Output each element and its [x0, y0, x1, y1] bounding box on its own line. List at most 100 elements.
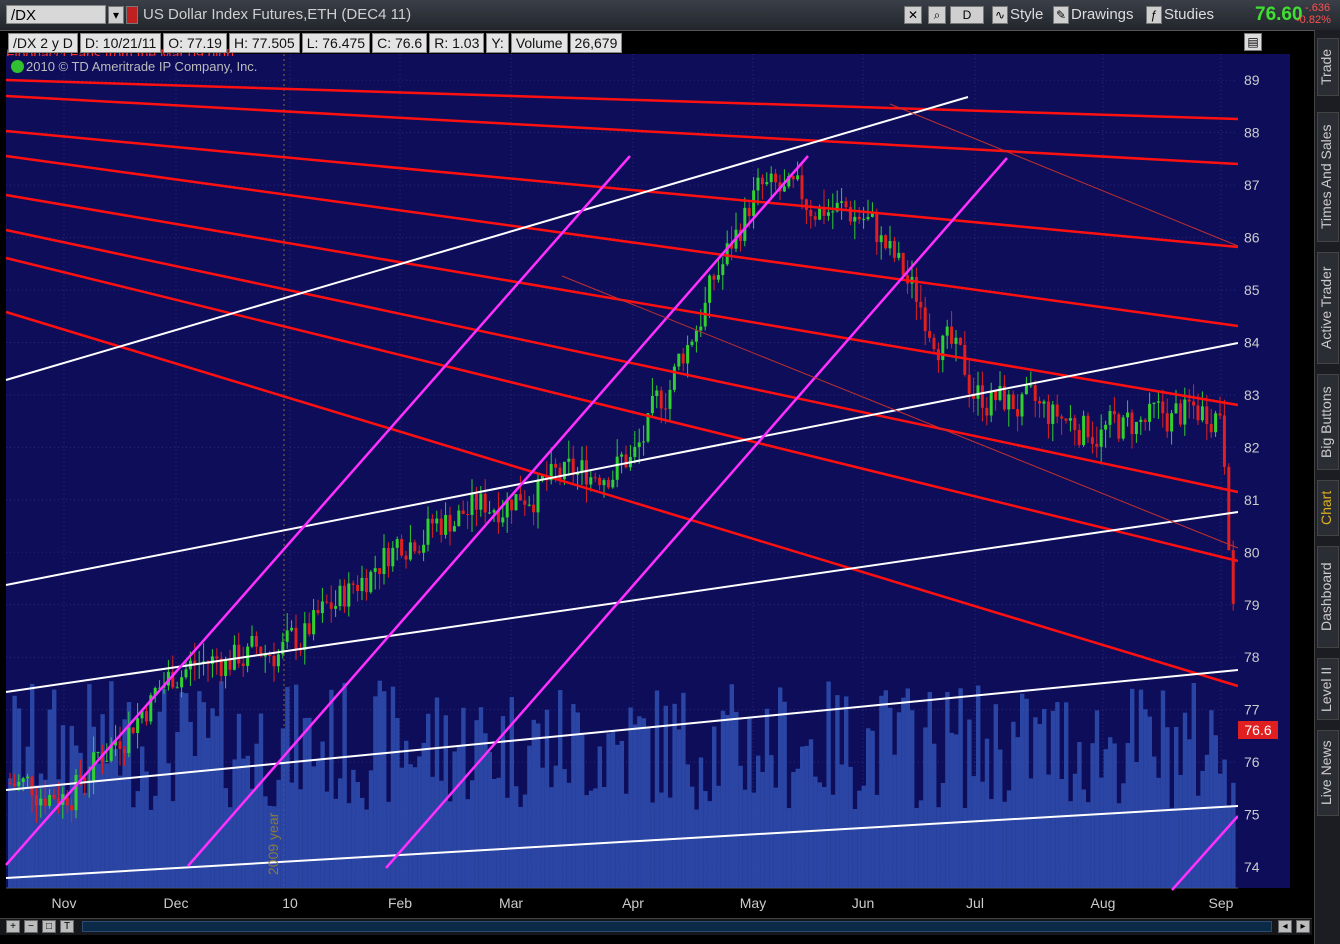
- studies-icon[interactable]: ƒ: [1146, 6, 1162, 24]
- zoom-icon[interactable]: ⌕: [928, 6, 946, 24]
- candle-body: [320, 601, 324, 614]
- candle-body: [1231, 550, 1235, 604]
- volume-bar: [1178, 774, 1183, 888]
- candle-body: [452, 526, 456, 532]
- style-icon[interactable]: ∿: [992, 6, 1008, 24]
- candle-body: [747, 207, 751, 217]
- volume-bar: [808, 739, 814, 888]
- tab-big-buttons[interactable]: Big Buttons: [1317, 374, 1339, 470]
- volume-bar: [773, 787, 778, 888]
- crosshair-icon[interactable]: ✕: [904, 6, 922, 24]
- symbol-dropdown-button[interactable]: ▾: [108, 6, 124, 24]
- volume-bar: [1125, 743, 1130, 888]
- volume-bar: [637, 716, 642, 888]
- volume-bar: [1103, 749, 1108, 888]
- volume-bar: [597, 746, 602, 888]
- candle-body: [382, 548, 386, 575]
- volume-bar: [109, 681, 114, 888]
- candle-body: [602, 480, 606, 486]
- drawings-menu[interactable]: Drawings: [1071, 6, 1134, 23]
- volume-bar: [426, 713, 431, 888]
- tab-level-ii[interactable]: Level II: [1317, 658, 1339, 720]
- tab-chart[interactable]: Chart: [1317, 480, 1339, 536]
- volume-bar: [852, 808, 858, 888]
- chart-settings-icon[interactable]: ▤: [1244, 33, 1262, 51]
- volume-bar: [1121, 783, 1126, 888]
- tab-times-and-sales[interactable]: Times And Sales: [1317, 112, 1339, 242]
- volume-bar: [140, 746, 145, 888]
- candle-body: [250, 635, 254, 647]
- volume-bar: [175, 731, 180, 888]
- volume-bar: [197, 691, 202, 888]
- candle-body: [800, 175, 804, 200]
- scroll-right-icon[interactable]: ▸: [1296, 920, 1310, 933]
- candle-body: [677, 353, 681, 367]
- candle-body: [664, 408, 668, 410]
- candle-body: [1108, 411, 1112, 425]
- candle-body: [184, 669, 188, 678]
- open-value: O: 77.19: [163, 33, 227, 53]
- period-button[interactable]: D: [950, 6, 984, 24]
- volume-bar: [905, 688, 910, 888]
- candle-body: [774, 173, 778, 183]
- volume-bar: [553, 765, 558, 888]
- symbol-input[interactable]: /DX: [6, 5, 106, 24]
- volume-bar: [729, 684, 734, 888]
- candle-body: [312, 610, 316, 635]
- candle-body: [967, 374, 971, 394]
- scroll-left-icon[interactable]: ◂: [1278, 920, 1292, 933]
- tab-trade[interactable]: Trade: [1317, 38, 1339, 96]
- zoom-in-icon[interactable]: +: [6, 920, 20, 933]
- candle-body: [901, 252, 905, 276]
- tab-active-trader[interactable]: Active Trader: [1317, 252, 1339, 364]
- candle-body: [1112, 411, 1116, 415]
- candle-body: [360, 577, 364, 592]
- candle-body: [136, 718, 140, 734]
- candle-body: [131, 727, 135, 734]
- drawings-icon[interactable]: ✎: [1053, 6, 1069, 24]
- studies-menu[interactable]: Studies: [1164, 6, 1214, 23]
- candle-body: [1196, 405, 1200, 421]
- volume-bar: [901, 697, 906, 888]
- symbol-flag-icon[interactable]: [126, 6, 138, 24]
- candle-body: [954, 337, 958, 344]
- chart-scrollbar[interactable]: + − □ T ◂ ▸: [0, 918, 1312, 935]
- tab-live-news[interactable]: Live News: [1317, 730, 1339, 816]
- side-tab-panel: Trade Times And Sales Active Trader Big …: [1314, 30, 1340, 944]
- candle-body: [12, 783, 16, 786]
- price-chart[interactable]: 74 75 76 77 78 79 80 81 82 83 84 85 86 87 88 89 Nov Dec 1…: [0, 0, 1314, 918]
- style-menu[interactable]: Style: [1010, 6, 1043, 23]
- candle-body: [21, 778, 25, 782]
- volume-bar: [1138, 689, 1144, 888]
- candle-body: [224, 659, 228, 676]
- volume-bar: [514, 786, 519, 888]
- candle-body: [1046, 401, 1050, 424]
- y-tick-label: 84: [1244, 334, 1260, 350]
- volume-bar: [311, 766, 316, 888]
- candle-body: [752, 190, 756, 217]
- candle-body: [642, 441, 646, 443]
- volume-bar: [866, 728, 871, 888]
- scrollbar-track[interactable]: [82, 921, 1272, 932]
- tab-dashboard[interactable]: Dashboard: [1317, 546, 1339, 648]
- volume-bar: [628, 707, 633, 888]
- volume-bar: [870, 730, 875, 888]
- volume-bar: [593, 788, 598, 888]
- candle-body: [276, 654, 280, 667]
- volume-bar: [945, 691, 950, 888]
- symbol-period-label[interactable]: /DX 2 y D: [8, 33, 78, 53]
- y-tick-label: 75: [1244, 807, 1260, 823]
- candle-body: [215, 656, 219, 659]
- range-value: R: 1.03: [429, 33, 485, 53]
- zoom-out-icon[interactable]: −: [24, 920, 38, 933]
- volume-bar: [201, 702, 206, 888]
- volume-bar: [668, 797, 673, 888]
- candle-body: [686, 345, 690, 364]
- volume-bar: [8, 778, 13, 888]
- volume-bar: [949, 732, 954, 888]
- text-tool-icon[interactable]: T: [60, 920, 74, 933]
- candle-body: [994, 391, 998, 401]
- zoom-fit-icon[interactable]: □: [42, 920, 56, 933]
- volume-bar: [571, 704, 576, 888]
- volume-bar: [874, 794, 880, 888]
